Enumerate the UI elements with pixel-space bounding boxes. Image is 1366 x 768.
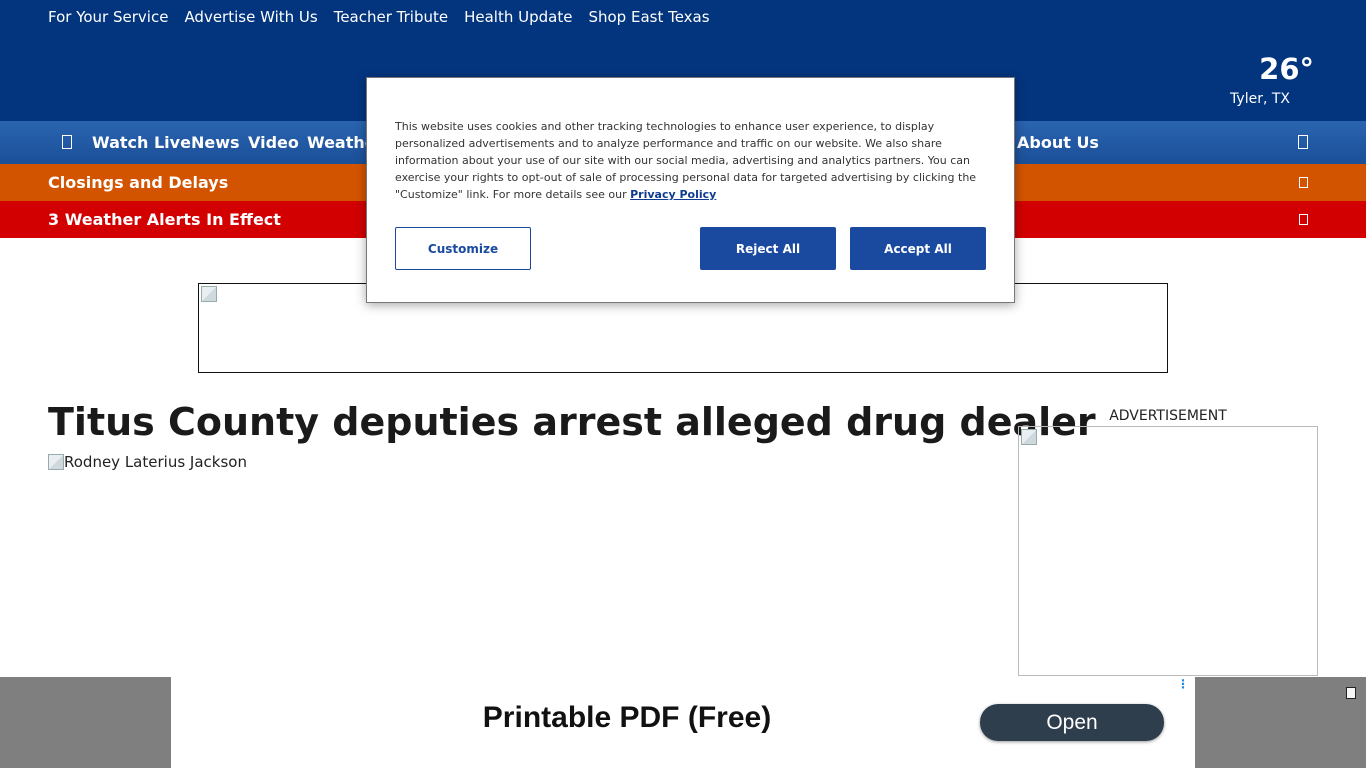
hamburger-menu-icon[interactable] xyxy=(62,135,72,149)
accept-all-button[interactable]: Accept All xyxy=(850,227,986,270)
photo-alt-text: Rodney Laterius Jackson xyxy=(64,453,247,471)
broken-image-icon xyxy=(201,286,217,302)
top-link-health-update[interactable]: Health Update xyxy=(464,7,572,27)
ad-choices-icon[interactable]: ⋮ xyxy=(1177,678,1189,690)
article-headline: Titus County deputies arrest alleged dru… xyxy=(48,400,1096,444)
privacy-policy-link[interactable]: Privacy Policy xyxy=(630,188,716,201)
top-link-teacher-tribute[interactable]: Teacher Tribute xyxy=(334,7,448,27)
bottom-ad-title: Printable PDF (Free) xyxy=(482,701,772,734)
top-link-advertise[interactable]: Advertise With Us xyxy=(184,7,317,27)
weather-location: Tyler, TX xyxy=(1230,91,1290,107)
nav-item-news[interactable]: News xyxy=(191,121,240,164)
nav-item-video[interactable]: Video xyxy=(248,121,299,164)
closings-label: Closings and Delays xyxy=(48,173,229,192)
nav-item-watch-live[interactable]: Watch Live xyxy=(92,121,191,164)
close-icon[interactable] xyxy=(1346,687,1356,699)
cookie-consent-text: This website uses cookies and other trac… xyxy=(395,118,985,203)
top-link-shop-east-texas[interactable]: Shop East Texas xyxy=(588,7,709,27)
weather-widget[interactable]: 26° Tyler, TX xyxy=(1230,52,1314,108)
cookie-consent-dialog: This website uses cookies and other trac… xyxy=(366,77,1015,303)
chevron-right-icon xyxy=(1299,177,1308,188)
page: For Your Service Advertise With Us Teach… xyxy=(0,0,1366,768)
customize-button[interactable]: Customize xyxy=(395,227,531,270)
nav-item-about-us[interactable]: About Us xyxy=(1017,121,1099,164)
sidebar-ad[interactable] xyxy=(1018,426,1318,676)
bottom-ad-overlay: Printable PDF (Free) Open ⋮ xyxy=(0,677,1366,768)
search-icon[interactable] xyxy=(1298,135,1308,149)
weather-temperature: 26° xyxy=(1259,52,1314,86)
top-link-for-your-service[interactable]: For Your Service xyxy=(48,7,168,27)
advertisement-label: ADVERTISEMENT xyxy=(1109,408,1227,424)
bottom-ad[interactable]: Printable PDF (Free) Open ⋮ xyxy=(171,677,1195,768)
weather-alerts-label: 3 Weather Alerts In Effect xyxy=(48,210,281,229)
broken-image-icon xyxy=(48,454,64,470)
bottom-ad-open-button[interactable]: Open xyxy=(980,704,1164,741)
chevron-right-icon xyxy=(1299,214,1308,225)
top-links: For Your Service Advertise With Us Teach… xyxy=(48,7,710,27)
article-photo: Rodney Laterius Jackson xyxy=(48,453,247,471)
reject-all-button[interactable]: Reject All xyxy=(700,227,836,270)
broken-image-icon xyxy=(1021,429,1037,445)
